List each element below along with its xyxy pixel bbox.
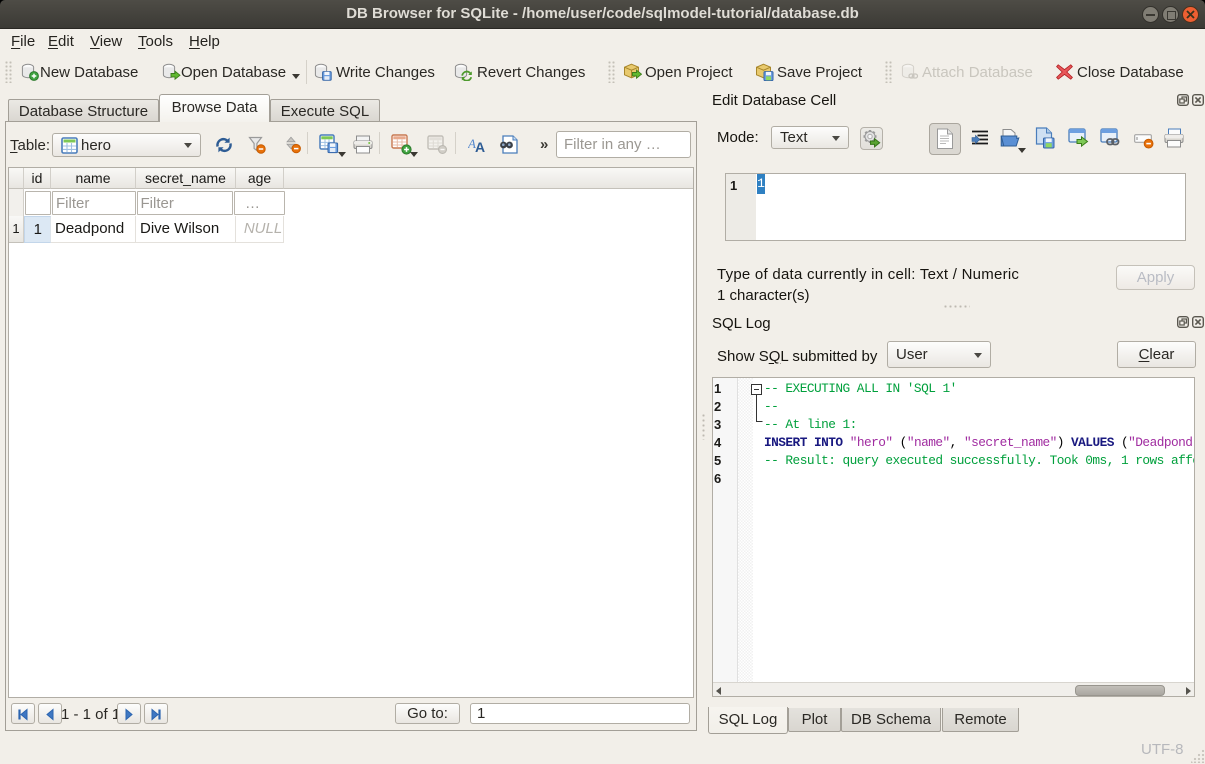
svg-text:A: A xyxy=(475,139,485,154)
